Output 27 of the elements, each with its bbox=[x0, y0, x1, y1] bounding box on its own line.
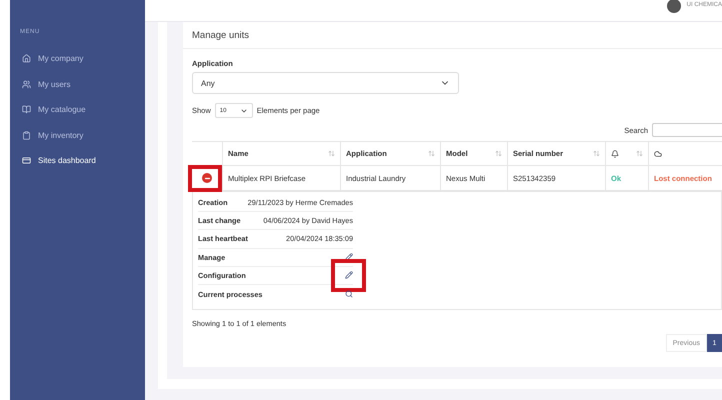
sidebar-item[interactable]: My catalogue bbox=[10, 97, 145, 122]
card-title: Manage units bbox=[183, 22, 722, 49]
sidebar-item[interactable]: My inventory bbox=[10, 122, 145, 148]
clipboard-icon bbox=[22, 130, 31, 140]
collapse-toggle[interactable] bbox=[202, 173, 212, 183]
highlight-frame bbox=[331, 259, 366, 292]
avatar[interactable] bbox=[666, 0, 681, 12]
card-icon bbox=[22, 156, 31, 166]
sidebar-item[interactable]: My company bbox=[10, 46, 145, 72]
highlight-frame bbox=[188, 165, 222, 192]
bell-icon bbox=[611, 150, 619, 158]
edit-button[interactable] bbox=[345, 271, 353, 280]
sort-icon[interactable] bbox=[495, 150, 502, 157]
sort-icon[interactable] bbox=[636, 150, 643, 157]
sidebar-item[interactable]: Sites dashboard bbox=[10, 148, 145, 174]
sort-icon[interactable] bbox=[328, 150, 335, 157]
search-field[interactable] bbox=[652, 123, 722, 137]
cloud-icon bbox=[654, 150, 662, 158]
book-icon bbox=[22, 105, 31, 114]
sort-icon[interactable] bbox=[428, 150, 435, 157]
search-button[interactable] bbox=[345, 290, 353, 298]
home-icon bbox=[22, 54, 31, 64]
edit-button[interactable] bbox=[345, 253, 353, 262]
application-select[interactable]: Any bbox=[192, 72, 459, 94]
sidebar-item[interactable]: My users bbox=[10, 72, 145, 97]
sort-icon[interactable] bbox=[593, 150, 600, 157]
users-icon bbox=[22, 80, 31, 89]
